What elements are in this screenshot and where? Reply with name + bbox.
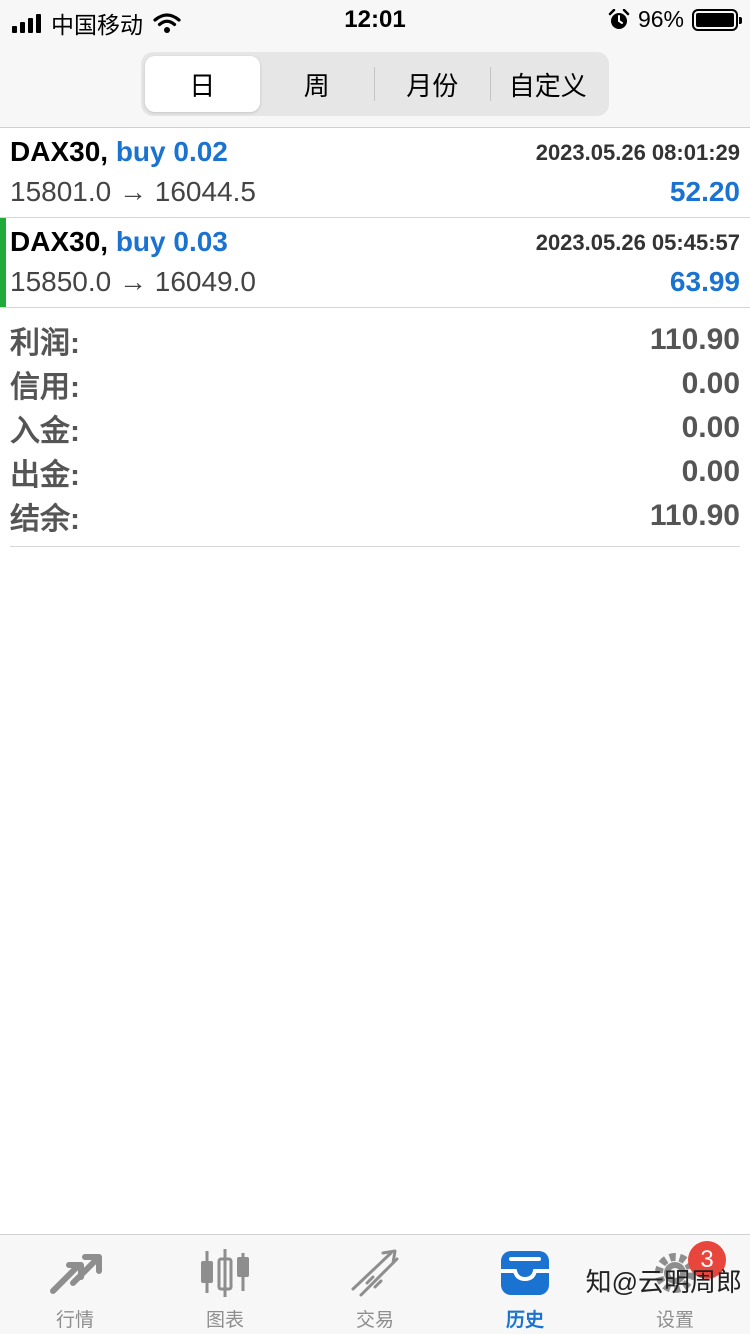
tab-month[interactable]: 月份 [375,56,490,112]
trade-datetime: 2023.05.26 05:45:57 [535,230,740,255]
summary-value: 0.00 [681,411,740,444]
summary-label: 信用: [10,371,80,404]
watermark-text: 知@云明周郎 [585,1267,742,1297]
trade-icon [351,1249,399,1297]
account-summary: 利润: 110.90 信用: 0.00 入金: 0.00 出金: 0.00 结余… [10,318,740,547]
trade-side: buy 0.03 [115,226,228,257]
tab-custom[interactable]: 自定义 [491,56,606,112]
summary-value: 0.00 [681,367,740,400]
period-segmented-control: 日 周 月份 自定义 [141,52,609,116]
trade-prices: 15801.0 → 16044.5 [10,176,256,207]
summary-row-withdrawal: 出金: 0.00 [10,450,740,494]
tab-label: 历史 [505,1310,544,1331]
trade-profit: 63.99 [669,266,740,297]
tab-trade[interactable]: 交易 [300,1235,450,1334]
tab-history[interactable]: 历史 [450,1235,600,1334]
alarm-icon [608,8,630,29]
chart-icon [201,1249,249,1297]
summary-label: 入金: [10,415,80,448]
summary-row-credit: 信用: 0.00 [10,362,740,406]
tab-week[interactable]: 周 [260,56,375,112]
summary-value: 110.90 [649,499,740,532]
battery-percent: 96% [637,6,684,32]
summary-row-profit: 利润: 110.90 [10,318,740,362]
tab-chart[interactable]: 图表 [150,1235,300,1334]
summary-label: 出金: [10,459,80,492]
trade-symbol: DAX30, buy 0.03 [10,226,228,258]
summary-row-balance: 结余: 110.90 [10,494,740,538]
trade-profit: 52.20 [669,176,740,207]
summary-value: 0.00 [681,455,740,488]
tab-label: 行情 [55,1310,94,1331]
symbol-text: DAX30, [10,136,109,167]
status-right: 96% [608,6,742,33]
tab-label: 图表 [205,1310,244,1331]
history-icon [501,1251,549,1295]
battery-icon [692,8,742,31]
summary-value: 110.90 [649,323,740,356]
tab-label: 设置 [655,1310,694,1331]
tab-label: 交易 [355,1310,394,1331]
trade-row[interactable]: DAX30, buy 0.03 2023.05.26 05:45:57 1585… [0,218,750,308]
period-selector-bar: 日 周 月份 自定义 [0,40,750,128]
summary-label: 利润: [10,327,80,360]
trade-symbol: DAX30, buy 0.02 [10,136,228,168]
trade-prices: 15850.0 → 16049.0 [10,266,256,297]
symbol-text: DAX30, [10,226,109,257]
trade-row[interactable]: DAX30, buy 0.02 2023.05.26 08:01:29 1580… [0,128,750,218]
summary-row-deposit: 入金: 0.00 [10,406,740,450]
tab-quotes[interactable]: 行情 [0,1235,150,1334]
trade-datetime: 2023.05.26 08:01:29 [535,140,740,165]
trade-history-list: DAX30, buy 0.02 2023.05.26 08:01:29 1580… [0,128,750,308]
summary-label: 结余: [10,503,80,536]
trade-side: buy 0.02 [115,136,228,167]
tab-day[interactable]: 日 [145,56,260,112]
status-bar: 中国移动 12:01 96% [0,0,750,40]
quotes-icon [50,1254,102,1294]
